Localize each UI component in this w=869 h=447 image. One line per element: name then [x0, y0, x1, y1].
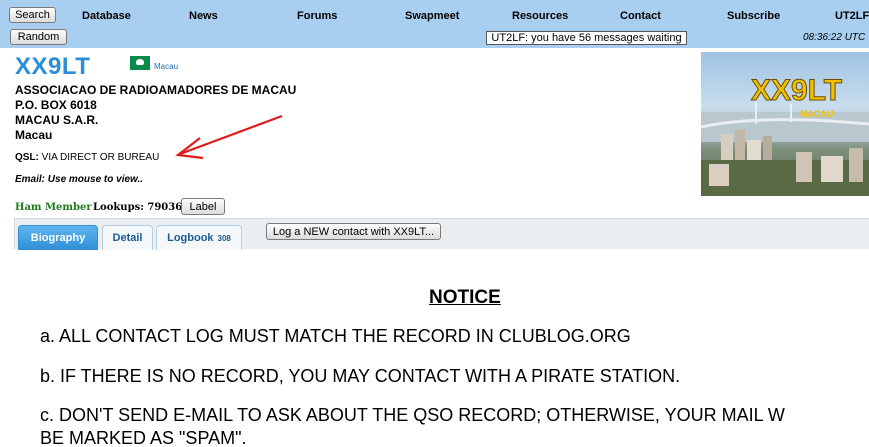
tab-detail[interactable]: Detail [102, 225, 153, 250]
red-arrow-annotation [175, 114, 283, 160]
lookups-count: Lookups: 79036 [93, 202, 183, 213]
notice-line-c: c. DON'T SEND E-MAIL TO ASK ABOUT THE QS… [40, 405, 785, 425]
logbook-count-badge: 308 [217, 233, 231, 243]
notice-heading: NOTICE [429, 287, 501, 308]
nav-link-contact[interactable]: Contact [620, 10, 661, 22]
log-new-contact-button[interactable]: Log a NEW contact with XX9LT... [266, 223, 441, 240]
photo-caption: MACAU [800, 109, 834, 119]
station-photo: XX9LT MACAU [701, 52, 869, 196]
qsl-label: QSL: [15, 152, 39, 163]
nav-link-user[interactable]: UT2LF [835, 10, 869, 22]
nav-link-forums[interactable]: Forums [297, 10, 337, 22]
qsl-value: VIA DIRECT OR BUREAU [38, 152, 160, 163]
nav-link-news[interactable]: News [189, 10, 218, 22]
notice-line-c-continued: BE MARKED AS "SPAM". [40, 428, 247, 447]
messages-waiting-notice[interactable]: UT2LF: you have 56 messages waiting [486, 31, 687, 45]
label-button[interactable]: Label [181, 198, 225, 215]
callsign-title: XX9LT [15, 53, 91, 80]
tab-bar: Biography Detail Logbook 308 [14, 218, 869, 250]
address-line-4: Macau [15, 128, 53, 142]
country-link[interactable]: Macau [154, 62, 178, 71]
address-line-1: ASSOCIACAO DE RADIOAMADORES DE MACAU [15, 83, 297, 97]
nav-link-swapmeet[interactable]: Swapmeet [405, 10, 459, 22]
nav-link-database[interactable]: Database [82, 10, 131, 22]
tab-logbook[interactable]: Logbook 308 [156, 225, 242, 250]
nav-link-resources[interactable]: Resources [512, 10, 568, 22]
address-line-2: P.O. BOX 6018 [15, 98, 97, 112]
notice-line-a: a. ALL CONTACT LOG MUST MATCH THE RECORD… [40, 326, 631, 346]
tab-detail-label: Detail [112, 232, 143, 244]
tab-biography[interactable]: Biography [18, 225, 98, 250]
notice-line-b: b. IF THERE IS NO RECORD, YOU MAY CONTAC… [40, 366, 681, 386]
tab-biography-label: Biography [30, 232, 86, 244]
top-nav-bar: Search Random Database News Forums Swapm… [0, 0, 869, 48]
qsl-info: QSL: VIA DIRECT OR BUREAU [15, 152, 159, 163]
search-button[interactable]: Search [9, 7, 56, 23]
nav-link-subscribe[interactable]: Subscribe [727, 10, 780, 22]
address-line-3: MACAU S.A.R. [15, 113, 99, 127]
random-button[interactable]: Random [10, 29, 67, 45]
email-hint[interactable]: Email: Use mouse to view.. [15, 174, 143, 185]
macau-flag-icon [130, 56, 150, 70]
photo-title: XX9LT [750, 74, 843, 108]
member-status: Ham Member [15, 202, 92, 213]
utc-clock: 08:36:22 UTC [803, 32, 866, 43]
tab-logbook-label: Logbook [167, 232, 214, 244]
